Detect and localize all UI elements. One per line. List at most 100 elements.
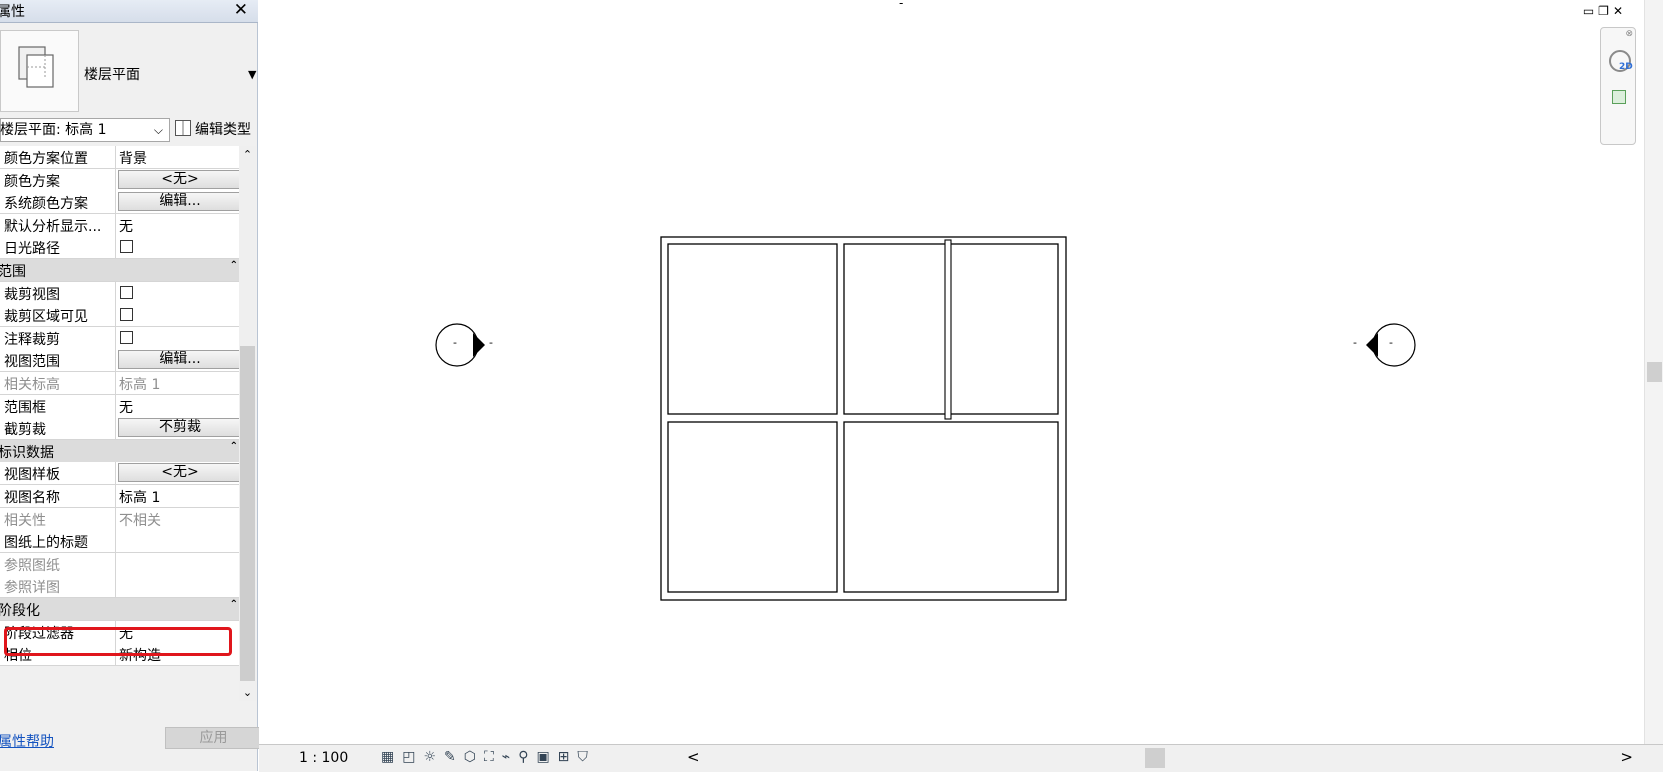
property-name: 颜色方案: [4, 174, 60, 190]
instance-filter-select[interactable]: 楼层平面: 标高 1 ⌵: [0, 118, 170, 142]
property-value-cell[interactable]: 标高 1: [115, 372, 245, 394]
property-value-cell[interactable]: 不剪裁: [115, 417, 245, 439]
partition-wall[interactable]: [944, 239, 952, 420]
property-checkbox[interactable]: [120, 331, 133, 344]
property-value-button[interactable]: 不剪裁: [118, 418, 242, 437]
property-value: 不相关: [119, 513, 161, 529]
property-name: 相关标高: [4, 377, 60, 393]
property-row[interactable]: 裁剪视图: [0, 282, 244, 305]
nav-2d-label: 2D: [1619, 62, 1633, 72]
property-value-button[interactable]: 编辑...: [118, 350, 242, 369]
edit-type-icon: [175, 120, 191, 136]
edit-type-button[interactable]: 编辑类型: [175, 118, 251, 142]
close-icon[interactable]: ⊗: [1625, 29, 1633, 39]
collapse-chevron-icon[interactable]: ⌃: [230, 441, 238, 452]
property-row[interactable]: 范围框 无: [0, 395, 244, 418]
property-row[interactable]: 注释裁剪: [0, 327, 244, 350]
property-row[interactable]: 裁剪区域可见: [0, 304, 244, 327]
collapse-chevron-icon[interactable]: ⌃: [230, 260, 238, 271]
type-preview-thumbnail: [0, 30, 79, 112]
collapse-chevron-icon[interactable]: ⌃: [230, 599, 238, 610]
elevation-marker-west-label: -: [453, 336, 457, 349]
property-group-header[interactable]: 标识数据 ⌃: [0, 440, 244, 463]
chevron-down-icon[interactable]: ▼: [248, 68, 256, 81]
property-checkbox[interactable]: [120, 308, 133, 321]
property-checkbox[interactable]: [120, 286, 133, 299]
property-value-cell[interactable]: 无: [115, 395, 245, 417]
scroll-right-icon[interactable]: >: [1620, 748, 1633, 766]
properties-title-bar[interactable]: 属性 ✕: [0, 0, 258, 23]
property-row[interactable]: 默认分析显示... 无: [0, 214, 244, 237]
property-value: 标高 1: [119, 490, 161, 506]
property-name: 日光路径: [4, 241, 60, 257]
close-icon[interactable]: ✕: [234, 0, 248, 20]
property-value-cell[interactable]: [115, 327, 245, 349]
property-value-cell[interactable]: 不相关: [115, 508, 245, 530]
elevation-marker-east-label: -: [1389, 336, 1393, 349]
property-row[interactable]: 参照详图: [0, 575, 244, 598]
property-value-cell[interactable]: 背景: [115, 146, 245, 168]
property-row[interactable]: 相关性 不相关: [0, 508, 244, 531]
property-row[interactable]: 相关标高 标高 1: [0, 372, 244, 395]
property-name: 范围框: [4, 400, 46, 416]
property-row[interactable]: 系统颜色方案 编辑...: [0, 191, 244, 214]
property-checkbox[interactable]: [120, 240, 133, 253]
property-row[interactable]: 日光路径: [0, 236, 244, 259]
zoom-icon[interactable]: [1612, 90, 1626, 104]
property-name: 图纸上的标题: [4, 535, 88, 551]
property-group-header[interactable]: 范围 ⌃: [0, 259, 244, 282]
property-value-cell[interactable]: 标高 1: [115, 485, 245, 507]
room-bottom-left[interactable]: [667, 421, 838, 593]
property-row[interactable]: 参照图纸: [0, 553, 244, 576]
scroll-up-icon[interactable]: ⌃: [239, 146, 256, 163]
view-control-bar: 1 : 100 ▦◰☼✎⬡⛶⌁⚲▣⊞⛉ < >: [259, 744, 1663, 772]
property-group-header[interactable]: 阶段化 ⌃: [0, 598, 244, 621]
property-value-cell[interactable]: [115, 236, 245, 258]
property-name: 颜色方案位置: [4, 151, 88, 167]
scroll-thumb[interactable]: [240, 346, 255, 681]
property-value-cell[interactable]: 编辑...: [115, 191, 245, 213]
elevation-marker-west[interactable]: [435, 323, 485, 367]
property-value-cell[interactable]: 无: [115, 214, 245, 236]
property-value-cell[interactable]: [115, 575, 245, 597]
property-value-button[interactable]: 编辑...: [118, 192, 242, 211]
property-grid-scrollbar[interactable]: ⌃ ⌄: [239, 146, 256, 701]
property-row[interactable]: 视图样板 <无>: [0, 462, 244, 485]
property-row[interactable]: 截剪裁 不剪裁: [0, 417, 244, 440]
room-bottom-right[interactable]: [843, 421, 1059, 593]
drawing-area[interactable]: - ▭❐✕ - - - -: [259, 0, 1663, 771]
property-value: 标高 1: [119, 377, 161, 393]
property-name: 截剪裁: [4, 422, 46, 438]
property-value-cell[interactable]: [115, 282, 245, 304]
property-value-button[interactable]: <无>: [118, 463, 242, 482]
horizontal-scroll-thumb[interactable]: [1145, 748, 1165, 768]
property-value-cell[interactable]: [115, 304, 245, 326]
property-name: 裁剪区域可见: [4, 309, 88, 325]
property-row[interactable]: 视图名称 标高 1: [0, 485, 244, 508]
property-row[interactable]: 图纸上的标题: [0, 530, 244, 553]
vertical-scrollbar[interactable]: [1644, 0, 1663, 744]
property-value-cell[interactable]: [115, 530, 245, 552]
view-scale[interactable]: 1 : 100: [299, 750, 348, 766]
property-row[interactable]: 颜色方案位置 背景: [0, 146, 244, 169]
scroll-down-icon[interactable]: ⌄: [239, 684, 256, 701]
property-value-cell[interactable]: <无>: [115, 169, 245, 191]
property-name: 参照图纸: [4, 558, 60, 574]
scroll-left-icon[interactable]: <: [687, 748, 700, 766]
properties-help-link[interactable]: 属性帮助: [0, 731, 54, 751]
property-name: 视图样板: [4, 467, 60, 483]
view-control-icons[interactable]: ▦◰☼✎⬡⛶⌁⚲▣⊞⛉: [381, 749, 596, 765]
floor-plan-type-icon: [18, 46, 54, 88]
instance-filter-value: 楼层平面: 标高 1: [0, 122, 107, 138]
property-name: 视图名称: [4, 490, 60, 506]
property-row[interactable]: 视图范围 编辑...: [0, 349, 244, 372]
property-row[interactable]: 颜色方案 <无>: [0, 169, 244, 192]
property-value-button[interactable]: <无>: [118, 170, 242, 189]
property-value-cell[interactable]: [115, 553, 245, 575]
apply-button[interactable]: 应用: [165, 727, 262, 749]
property-value-cell[interactable]: 编辑...: [115, 349, 245, 371]
property-value-cell[interactable]: <无>: [115, 462, 245, 484]
property-group-label: 标识数据: [0, 445, 54, 461]
vertical-scroll-thumb[interactable]: [1647, 362, 1662, 382]
room-top-left[interactable]: [667, 243, 838, 415]
